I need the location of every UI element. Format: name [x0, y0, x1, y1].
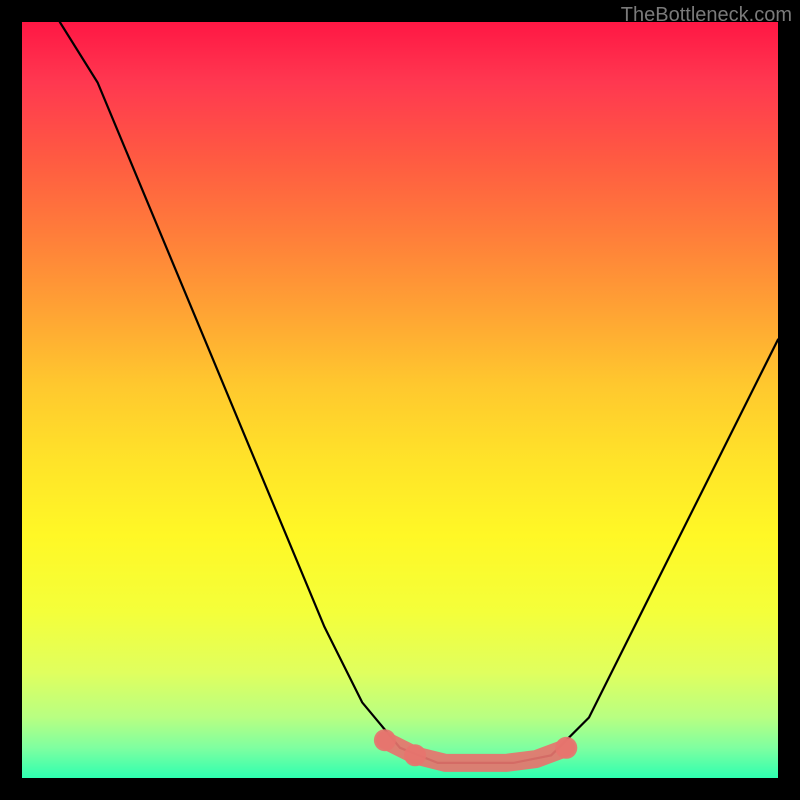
highlight-dot [555, 737, 577, 759]
bottleneck-chart: TheBottleneck.com [0, 0, 800, 800]
plot-area [22, 22, 778, 778]
bottleneck-curve-path [60, 22, 778, 763]
attribution-label: TheBottleneck.com [621, 4, 792, 27]
highlight-dot [404, 744, 426, 766]
curve-svg [22, 22, 778, 778]
highlight-dot [374, 729, 396, 751]
